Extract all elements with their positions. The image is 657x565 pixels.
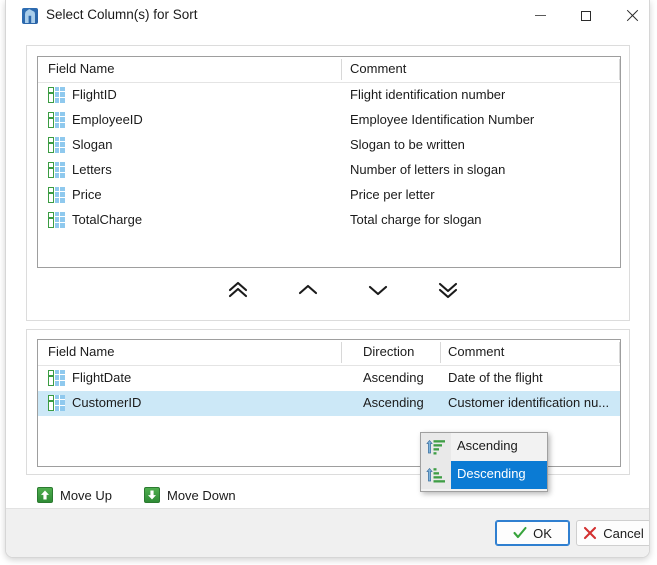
close-icon [626,9,639,22]
title-bar: Select Column(s) for Sort [6,0,649,33]
comment-cell: Number of letters in slogan [350,162,506,177]
menu-item-label: Ascending [457,438,518,453]
available-columns-list[interactable]: Field Name Comment FlightID Flight ident… [37,56,621,268]
green-check-icon [513,526,527,540]
app-icon [22,8,38,24]
comment-cell: Employee Identification Number [350,112,535,127]
direction-context-menu: Ascending Descending [420,432,548,492]
maximize-button[interactable] [563,0,609,31]
field-name-cell: TotalCharge [72,212,143,227]
header-separator-1[interactable] [341,342,342,363]
sort-ascending-icon [426,438,446,456]
move-all-up-button[interactable] [215,273,261,307]
field-name-cell: EmployeeID [72,112,143,127]
menu-item-label: Descending [457,466,526,481]
ok-button[interactable]: OK [495,520,570,546]
move-down-order-button[interactable]: Move Down [144,484,236,506]
header-separator-end[interactable] [619,59,620,80]
table-field-icon [48,87,65,103]
double-chevron-up-icon [228,281,248,298]
cancel-button[interactable]: Cancel [576,520,649,546]
table-field-icon [48,137,65,153]
field-name-cell: Price [72,187,102,202]
list-item[interactable]: TotalCharge Total charge for slogan [38,208,620,233]
comment-cell: Customer identification nu... [448,395,610,410]
list-item[interactable]: EmployeeID Employee Identification Numbe… [38,108,620,133]
direction-cell[interactable]: Ascending [363,395,424,410]
header-comment[interactable]: Comment [448,344,504,359]
field-name-cell: Letters [72,162,112,177]
sort-descending-icon [426,466,446,484]
menu-item-ascending[interactable]: Ascending [421,433,547,461]
move-all-down-button[interactable] [425,273,471,307]
comment-cell: Price per letter [350,187,435,202]
green-arrow-up-icon [37,487,53,503]
move-up-order-button[interactable]: Move Up [37,484,112,506]
table-field-icon [48,187,65,203]
menu-item-descending[interactable]: Descending [421,461,547,489]
dialog-window: Select Column(s) for Sort Field Name Com… [5,0,650,558]
move-down-button[interactable] [355,273,401,307]
table-row[interactable]: FlightDate Ascending Date of the flight [38,366,620,391]
list-item[interactable]: FlightID Flight identification number [38,83,620,108]
available-columns-panel: Field Name Comment FlightID Flight ident… [26,45,630,321]
comment-cell: Slogan to be written [350,137,465,152]
sort-list-header: Field Name Direction Comment [38,340,620,366]
header-comment[interactable]: Comment [350,61,406,76]
maximize-icon [581,10,591,21]
list-item[interactable]: Price Price per letter [38,183,620,208]
transfer-button-row [37,273,621,311]
red-x-icon [583,526,597,540]
move-down-label: Move Down [167,487,236,503]
header-field-name[interactable]: Field Name [48,61,114,76]
table-field-icon [48,112,65,128]
field-name-cell: FlightDate [72,370,132,385]
move-up-label: Move Up [60,487,113,503]
list-item[interactable]: Slogan Slogan to be written [38,133,620,158]
minimize-icon [534,15,546,16]
move-up-button[interactable] [285,273,331,307]
cancel-label: Cancel [603,525,644,541]
close-button[interactable] [609,0,649,31]
minimize-button[interactable] [517,0,563,31]
green-arrow-down-icon [144,487,160,503]
comment-cell: Date of the flight [448,370,543,385]
field-name-cell: FlightID [72,87,117,102]
table-row[interactable]: CustomerID Ascending Customer identifica… [38,391,620,416]
available-list-header: Field Name Comment [38,57,620,83]
header-separator-2[interactable] [440,342,441,363]
ok-label: OK [533,525,552,541]
comment-cell: Flight identification number [350,87,506,102]
chevron-down-icon [368,285,388,296]
header-direction[interactable]: Direction [363,344,414,359]
header-field-name[interactable]: Field Name [48,344,114,359]
dialog-content: Field Name Comment FlightID Flight ident… [6,32,649,508]
field-name-cell: Slogan [72,137,113,152]
table-field-icon [48,370,65,386]
comment-cell: Total charge for slogan [350,212,482,227]
chevron-up-icon [298,284,318,295]
field-name-cell: CustomerID [72,395,142,410]
window-title: Select Column(s) for Sort [46,7,198,22]
header-separator-end[interactable] [619,342,620,363]
table-field-icon [48,212,65,228]
direction-cell[interactable]: Ascending [363,370,424,385]
list-item[interactable]: Letters Number of letters in slogan [38,158,620,183]
dialog-footer: OK Cancel [6,508,649,557]
table-field-icon [48,395,65,411]
double-chevron-down-icon [438,282,458,299]
header-separator[interactable] [341,59,342,80]
table-field-icon [48,162,65,178]
